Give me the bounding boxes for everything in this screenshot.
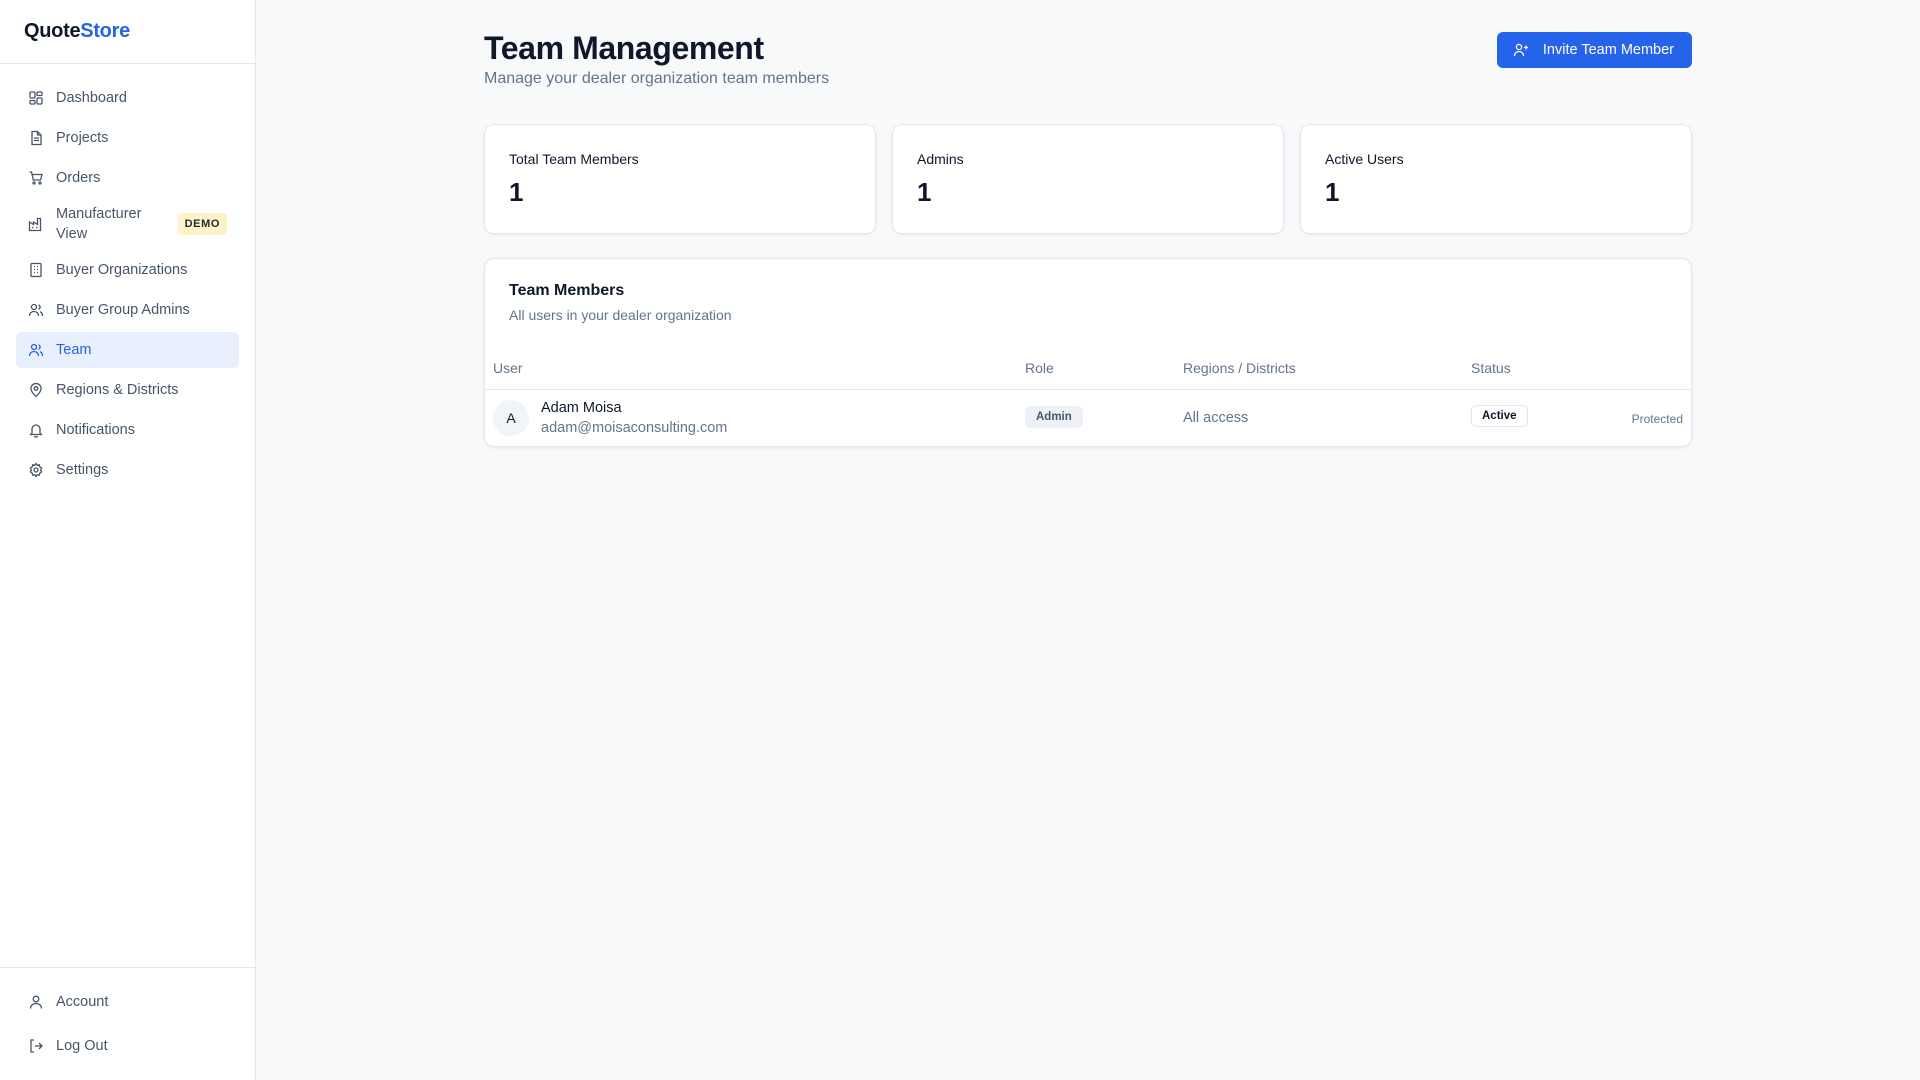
cart-icon xyxy=(28,170,44,186)
sidebar-item-logout[interactable]: Log Out xyxy=(16,1026,239,1066)
sidebar-item-label: Orders xyxy=(56,170,101,186)
sidebar: QuoteStore Dashboard Projects Orders Man… xyxy=(0,0,256,1080)
sidebar-item-label: Buyer Group Admins xyxy=(56,302,190,318)
sidebar-item-account[interactable]: Account xyxy=(16,982,239,1022)
sidebar-item-label: Notifications xyxy=(56,422,135,438)
sidebar-item-notifications[interactable]: Notifications xyxy=(16,412,239,448)
sidebar-item-dashboard[interactable]: Dashboard xyxy=(16,80,239,116)
column-header-user: User xyxy=(493,360,523,376)
stat-card-total-members: Total Team Members 1 xyxy=(484,124,876,234)
building-icon xyxy=(28,262,44,278)
user-email: adam@moisaconsulting.com xyxy=(541,420,728,436)
logout-icon xyxy=(28,1038,44,1054)
page-subtitle: Manage your dealer organization team mem… xyxy=(484,70,830,87)
user-plus-icon xyxy=(1513,42,1529,58)
sidebar-item-team[interactable]: Team xyxy=(16,332,239,368)
team-members-subtitle: All users in your dealer organization xyxy=(509,307,732,323)
user-icon xyxy=(28,994,44,1010)
protected-label: Protected xyxy=(1631,412,1683,426)
stat-label: Total Team Members xyxy=(509,151,639,167)
avatar: A xyxy=(493,400,529,436)
sidebar-item-label: Dashboard xyxy=(56,90,127,106)
sidebar-item-buyer-group-admins[interactable]: Buyer Group Admins xyxy=(16,292,239,328)
sidebar-item-orders[interactable]: Orders xyxy=(16,160,239,196)
table-row[interactable]: A Adam Moisa adam@moisaconsulting.com Ad… xyxy=(485,390,1691,446)
sidebar-item-manufacturer-view[interactable]: Manufacturer View DEMO xyxy=(16,200,239,248)
team-members-card: Team Members All users in your dealer or… xyxy=(484,258,1692,447)
sidebar-item-label: Projects xyxy=(56,130,109,146)
sidebar-item-label: Manufacturer View xyxy=(56,206,142,242)
sidebar-item-label: Settings xyxy=(56,462,109,478)
team-members-title: Team Members xyxy=(509,282,625,299)
stat-value: 1 xyxy=(1325,177,1340,207)
status-badge: Active xyxy=(1471,405,1528,427)
column-header-role: Role xyxy=(1025,360,1054,376)
invite-team-member-button[interactable]: Invite Team Member xyxy=(1496,32,1692,68)
stat-label: Active Users xyxy=(1325,151,1404,167)
app-logo[interactable]: QuoteStore xyxy=(0,0,255,64)
column-header-regions: Regions / Districts xyxy=(1183,360,1296,376)
sidebar-item-label: Buyer Organizations xyxy=(56,262,188,278)
factory-icon xyxy=(28,216,44,232)
gear-icon xyxy=(28,462,44,478)
demo-badge: DEMO xyxy=(177,213,227,235)
sidebar-item-label: Regions & Districts xyxy=(56,382,179,398)
stat-card-active-users: Active Users 1 xyxy=(1300,124,1692,234)
invite-team-member-label: Invite Team Member xyxy=(1542,42,1674,58)
column-header-status: Status xyxy=(1471,360,1511,376)
page-title: Team Management xyxy=(484,30,764,66)
dashboard-icon xyxy=(28,90,44,106)
user-name: Adam Moisa xyxy=(541,400,622,416)
sidebar-footer: Account Log Out xyxy=(0,967,255,1080)
sidebar-nav: Dashboard Projects Orders Manufacturer V… xyxy=(0,64,255,488)
regions-value: All access xyxy=(1183,410,1249,426)
document-icon xyxy=(28,130,44,146)
stat-card-admins: Admins 1 xyxy=(892,124,1284,234)
stat-value: 1 xyxy=(509,177,524,207)
role-badge: Admin xyxy=(1025,406,1083,428)
sidebar-item-buyer-organizations[interactable]: Buyer Organizations xyxy=(16,252,239,288)
sidebar-item-label: Account xyxy=(56,994,109,1010)
sidebar-item-projects[interactable]: Projects xyxy=(16,120,239,156)
sidebar-item-label: Team xyxy=(56,342,92,358)
sidebar-item-settings[interactable]: Settings xyxy=(16,452,239,488)
stat-value: 1 xyxy=(917,177,932,207)
sidebar-item-label: Log Out xyxy=(56,1038,108,1054)
bell-icon xyxy=(28,422,44,438)
users-icon xyxy=(28,302,44,318)
stats-row: Total Team Members 1 Admins 1 Active Use… xyxy=(484,124,1692,234)
map-pin-icon xyxy=(28,382,44,398)
stat-label: Admins xyxy=(917,151,964,167)
sidebar-item-regions-districts[interactable]: Regions & Districts xyxy=(16,372,239,408)
users-icon xyxy=(28,342,44,358)
